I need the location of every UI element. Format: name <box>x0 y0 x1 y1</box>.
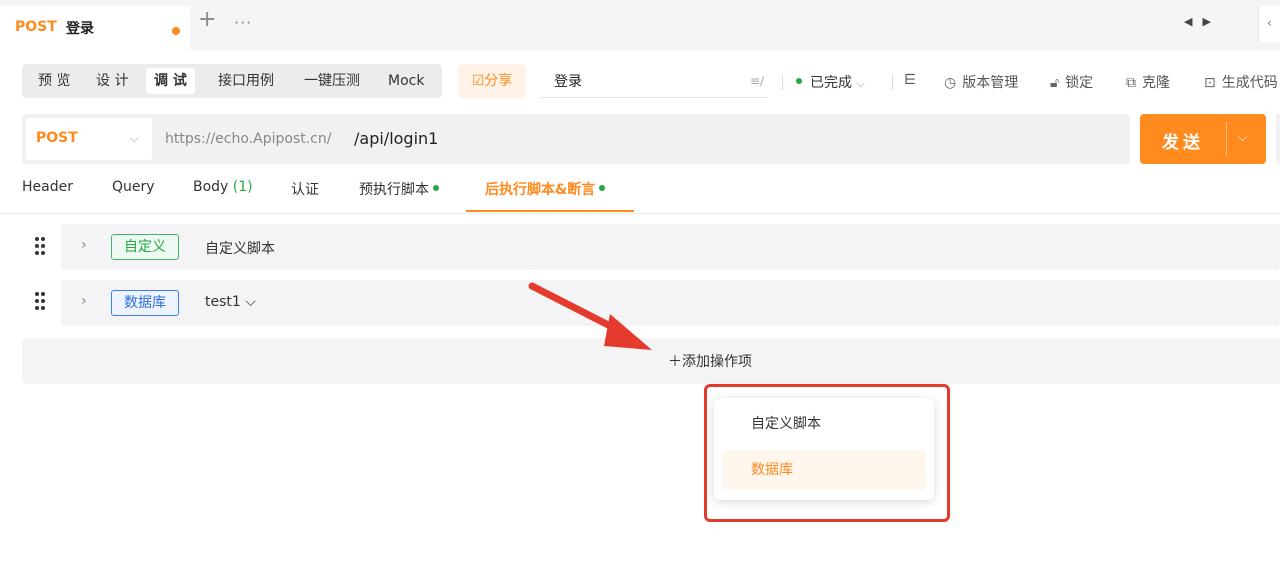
app-window: POST 登录 + ··· ◀▶ ‹ 预 览 设 计 调 试 接口用例 一键压测… <box>0 0 1280 572</box>
annotation-highlight-box <box>704 384 950 522</box>
annotation-arrow-head <box>604 314 652 350</box>
annotation-arrow <box>528 282 652 350</box>
